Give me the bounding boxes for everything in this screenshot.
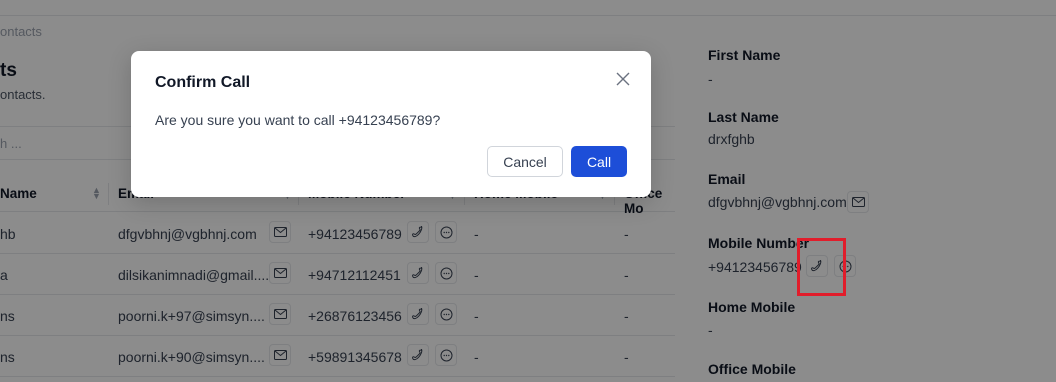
dialog-message: Are you sure you want to call +941234567… [155,112,441,128]
highlight-box [797,238,846,296]
cancel-button[interactable]: Cancel [487,146,563,177]
call-button[interactable]: Call [571,146,627,177]
dialog-title: Confirm Call [155,74,251,91]
close-icon[interactable] [614,70,632,88]
confirm-call-dialog: Confirm Call Are you sure you want to ca… [131,51,651,197]
